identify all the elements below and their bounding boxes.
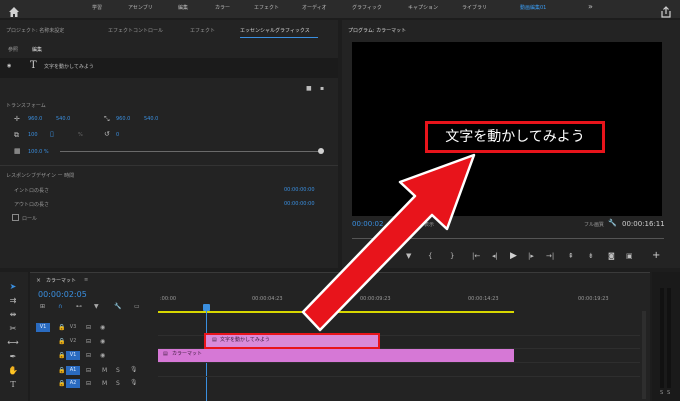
premiere-window: 学習 アセンブリ 編集 カラー エフェクト オーディオ グラフィック キャプショ… (0, 0, 680, 401)
annotation-arrow (301, 153, 476, 332)
